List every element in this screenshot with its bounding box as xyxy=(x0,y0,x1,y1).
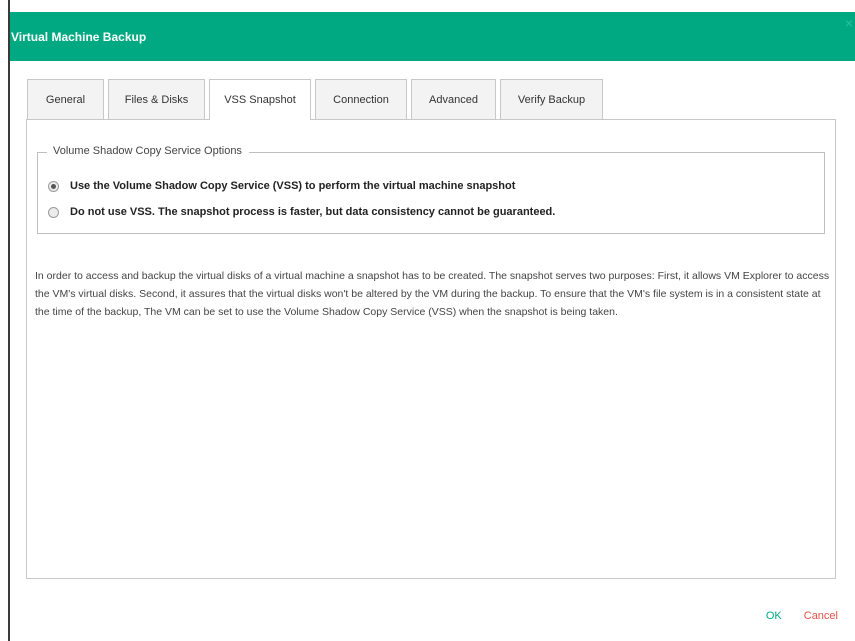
vss-snapshot-panel: Volume Shadow Copy Service Options Use t… xyxy=(26,119,836,579)
tab-bar: General Files & Disks VSS Snapshot Conne… xyxy=(27,79,607,120)
close-icon[interactable]: × xyxy=(845,16,853,30)
use-vss-radio[interactable] xyxy=(48,180,59,192)
no-vss-label[interactable]: Do not use VSS. The snapshot process is … xyxy=(70,206,555,218)
no-vss-radio[interactable] xyxy=(48,206,59,218)
dialog-titlebar: Virtual Machine Backup xyxy=(10,12,855,61)
tab-general[interactable]: General xyxy=(27,79,104,119)
vss-options-group: Volume Shadow Copy Service Options Use t… xyxy=(37,145,825,234)
screen: Virtual Machine Backup × General Files &… xyxy=(0,0,855,641)
tab-vss-snapshot[interactable]: VSS Snapshot xyxy=(209,79,311,120)
use-vss-label[interactable]: Use the Volume Shadow Copy Service (VSS)… xyxy=(70,180,515,192)
vss-options-legend: Volume Shadow Copy Service Options xyxy=(47,145,249,157)
dialog-footer: OK Cancel xyxy=(766,610,838,622)
tab-label: VSS Snapshot xyxy=(224,94,296,106)
background-window-edge xyxy=(0,0,10,641)
tab-label: Files & Disks xyxy=(124,93,189,106)
tab-label: Verify Backup xyxy=(517,93,586,106)
tab-advanced[interactable]: Advanced xyxy=(411,79,496,119)
tab-label: General xyxy=(45,93,86,106)
tab-label: Advanced xyxy=(429,93,478,106)
tab-files-disks[interactable]: Files & Disks xyxy=(108,79,205,119)
no-vss-option[interactable]: Do not use VSS. The snapshot process is … xyxy=(48,206,555,218)
cancel-button[interactable]: Cancel xyxy=(804,610,838,622)
tab-connection[interactable]: Connection xyxy=(315,79,407,119)
ok-button[interactable]: OK xyxy=(766,610,782,622)
tab-label: Connection xyxy=(333,93,389,106)
virtual-machine-backup-dialog: Virtual Machine Backup × General Files &… xyxy=(10,0,855,641)
tab-verify-backup[interactable]: Verify Backup xyxy=(500,79,603,119)
dialog-title: Virtual Machine Backup xyxy=(11,29,147,44)
vss-description-text: In order to access and backup the virtua… xyxy=(35,270,830,318)
use-vss-option[interactable]: Use the Volume Shadow Copy Service (VSS)… xyxy=(48,180,515,192)
